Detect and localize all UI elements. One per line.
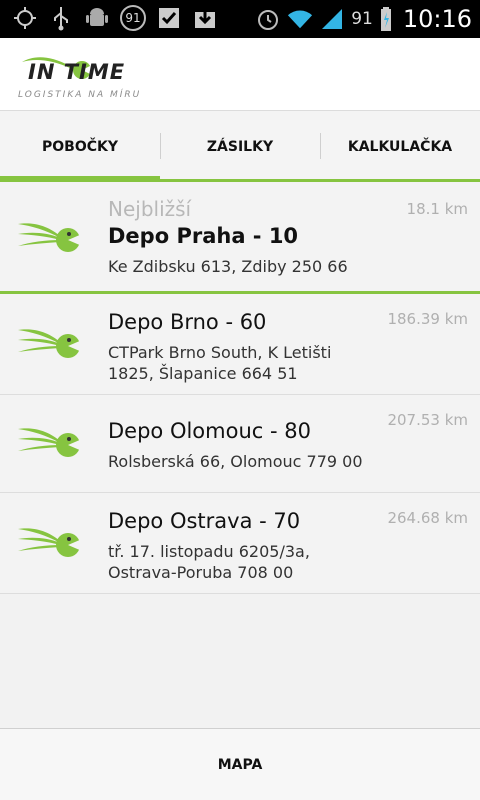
branch-distance: 264.68 km: [387, 509, 468, 527]
intime-mascot-icon: [16, 523, 84, 563]
section-label-nearest: Nejbližší: [108, 197, 192, 221]
branch-address: Rolsberská 66, Olomouc 779 00: [108, 452, 363, 471]
wifi-icon: [287, 6, 313, 32]
alarm-icon: [255, 6, 281, 32]
tab-bar: POBOČKY ZÁSILKY KALKULAČKA: [0, 110, 480, 182]
tab-pobocky[interactable]: POBOČKY: [0, 111, 160, 182]
gps-icon: [12, 5, 38, 31]
battery-icon: [379, 6, 393, 32]
branch-name: Depo Olomouc - 80: [108, 419, 311, 443]
checkbox-icon: [156, 5, 182, 31]
branch-name: Depo Ostrava - 70: [108, 509, 301, 533]
status-bar-right: 91 10:16: [255, 5, 472, 33]
branch-distance: 207.53 km: [387, 411, 468, 429]
list-item-depo-ostrava[interactable]: Depo Ostrava - 70 tř. 17. listopadu 6205…: [0, 493, 480, 594]
map-button[interactable]: MAPA: [218, 757, 263, 773]
status-bar: 91 91 10:16: [0, 0, 480, 38]
list-item-depo-praha[interactable]: Nejbližší Depo Praha - 10 Ke Zdibsku 613…: [0, 182, 480, 294]
intime-mascot-icon: [16, 218, 84, 258]
notification-count-icon: 91: [120, 5, 146, 31]
bottom-bar: MAPA: [0, 728, 480, 800]
logo-tagline: LOGISTIKA NA MÍRU: [18, 90, 142, 100]
clock: 10:16: [402, 5, 472, 33]
branch-distance: 18.1 km: [406, 200, 468, 218]
logo-text: IN TIME: [28, 60, 126, 84]
battery-level-text: 91: [351, 9, 373, 29]
intime-mascot-icon: [16, 324, 84, 364]
branch-distance: 186.39 km: [387, 310, 468, 328]
signal-icon: [319, 6, 345, 32]
branch-name: Depo Brno - 60: [108, 310, 267, 334]
branch-list: Nejbližší Depo Praha - 10 Ke Zdibsku 613…: [0, 182, 480, 594]
download-icon: [192, 5, 218, 31]
list-item-depo-olomouc[interactable]: Depo Olomouc - 80 Rolsberská 66, Olomouc…: [0, 395, 480, 493]
tab-zasilky[interactable]: ZÁSILKY: [160, 111, 320, 182]
branch-address: tř. 17. listopadu 6205/3a, Ostrava-Porub…: [108, 542, 310, 582]
list-item-depo-brno[interactable]: Depo Brno - 60 CTPark Brno South, K Leti…: [0, 294, 480, 395]
app-header: IN TIME LOGISTIKA NA MÍRU: [0, 38, 480, 110]
usb-icon: [48, 5, 74, 31]
status-bar-left: 91: [12, 5, 218, 31]
branch-address: Ke Zdibsku 613, Zdiby 250 66: [108, 257, 348, 276]
branch-name: Depo Praha - 10: [108, 224, 299, 248]
android-debug-icon: [84, 5, 110, 31]
intime-logo: IN TIME LOGISTIKA NA MÍRU: [18, 52, 188, 102]
tab-kalkulacka[interactable]: KALKULAČKA: [320, 111, 480, 182]
branch-address: CTPark Brno South, K Letišti 1825, Šlapa…: [108, 343, 332, 383]
intime-mascot-icon: [16, 423, 84, 463]
